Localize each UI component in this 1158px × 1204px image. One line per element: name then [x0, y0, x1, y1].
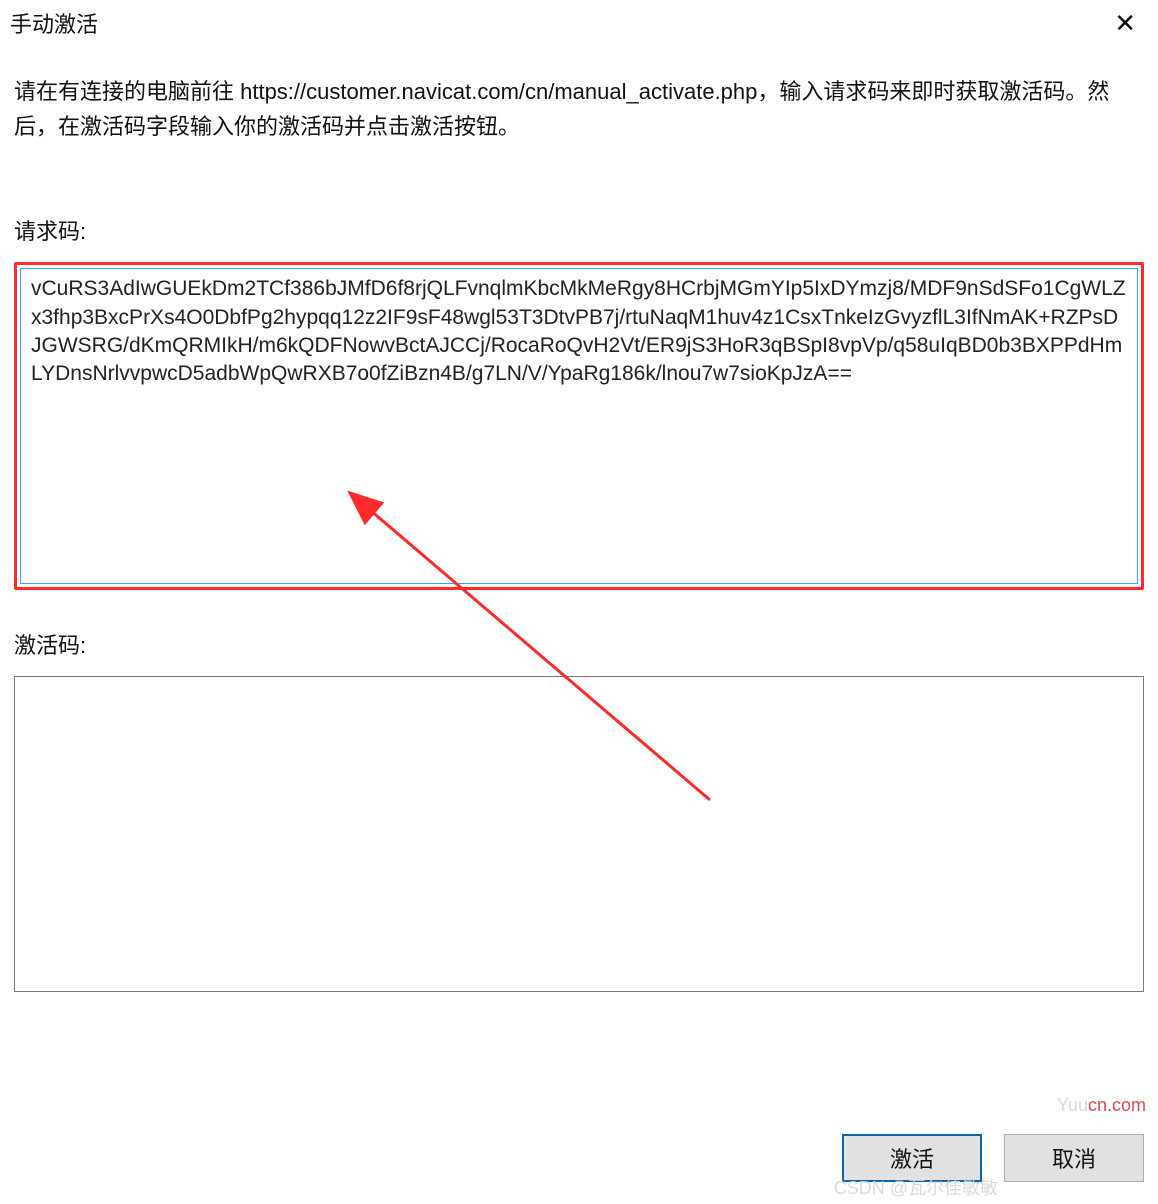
request-code-highlight: [14, 262, 1144, 590]
window-title: 手动激活: [10, 7, 98, 39]
dialog-content: 请在有连接的电脑前往 https://customer.navicat.com/…: [0, 46, 1158, 1040]
request-code-label: 请求码:: [14, 214, 1144, 246]
watermark-csdn: CSDN @瓦尔佳敏敏: [834, 1174, 998, 1200]
activation-code-wrap: [14, 676, 1144, 992]
instruction-text: 请在有连接的电脑前往 https://customer.navicat.com/…: [14, 74, 1144, 144]
watermark-site-red: cn.com: [1088, 1095, 1146, 1115]
watermark-site-plain: Yuu: [1057, 1095, 1088, 1115]
activation-code-label: 激活码:: [14, 628, 1144, 660]
watermark-site: Yuucn.com: [1057, 1095, 1146, 1116]
titlebar: 手动激活 ✕: [0, 0, 1158, 46]
activation-code-textarea[interactable]: [14, 676, 1144, 992]
close-icon[interactable]: ✕: [1106, 6, 1144, 40]
cancel-button[interactable]: 取消: [1004, 1134, 1144, 1182]
request-code-textarea[interactable]: [20, 268, 1138, 584]
